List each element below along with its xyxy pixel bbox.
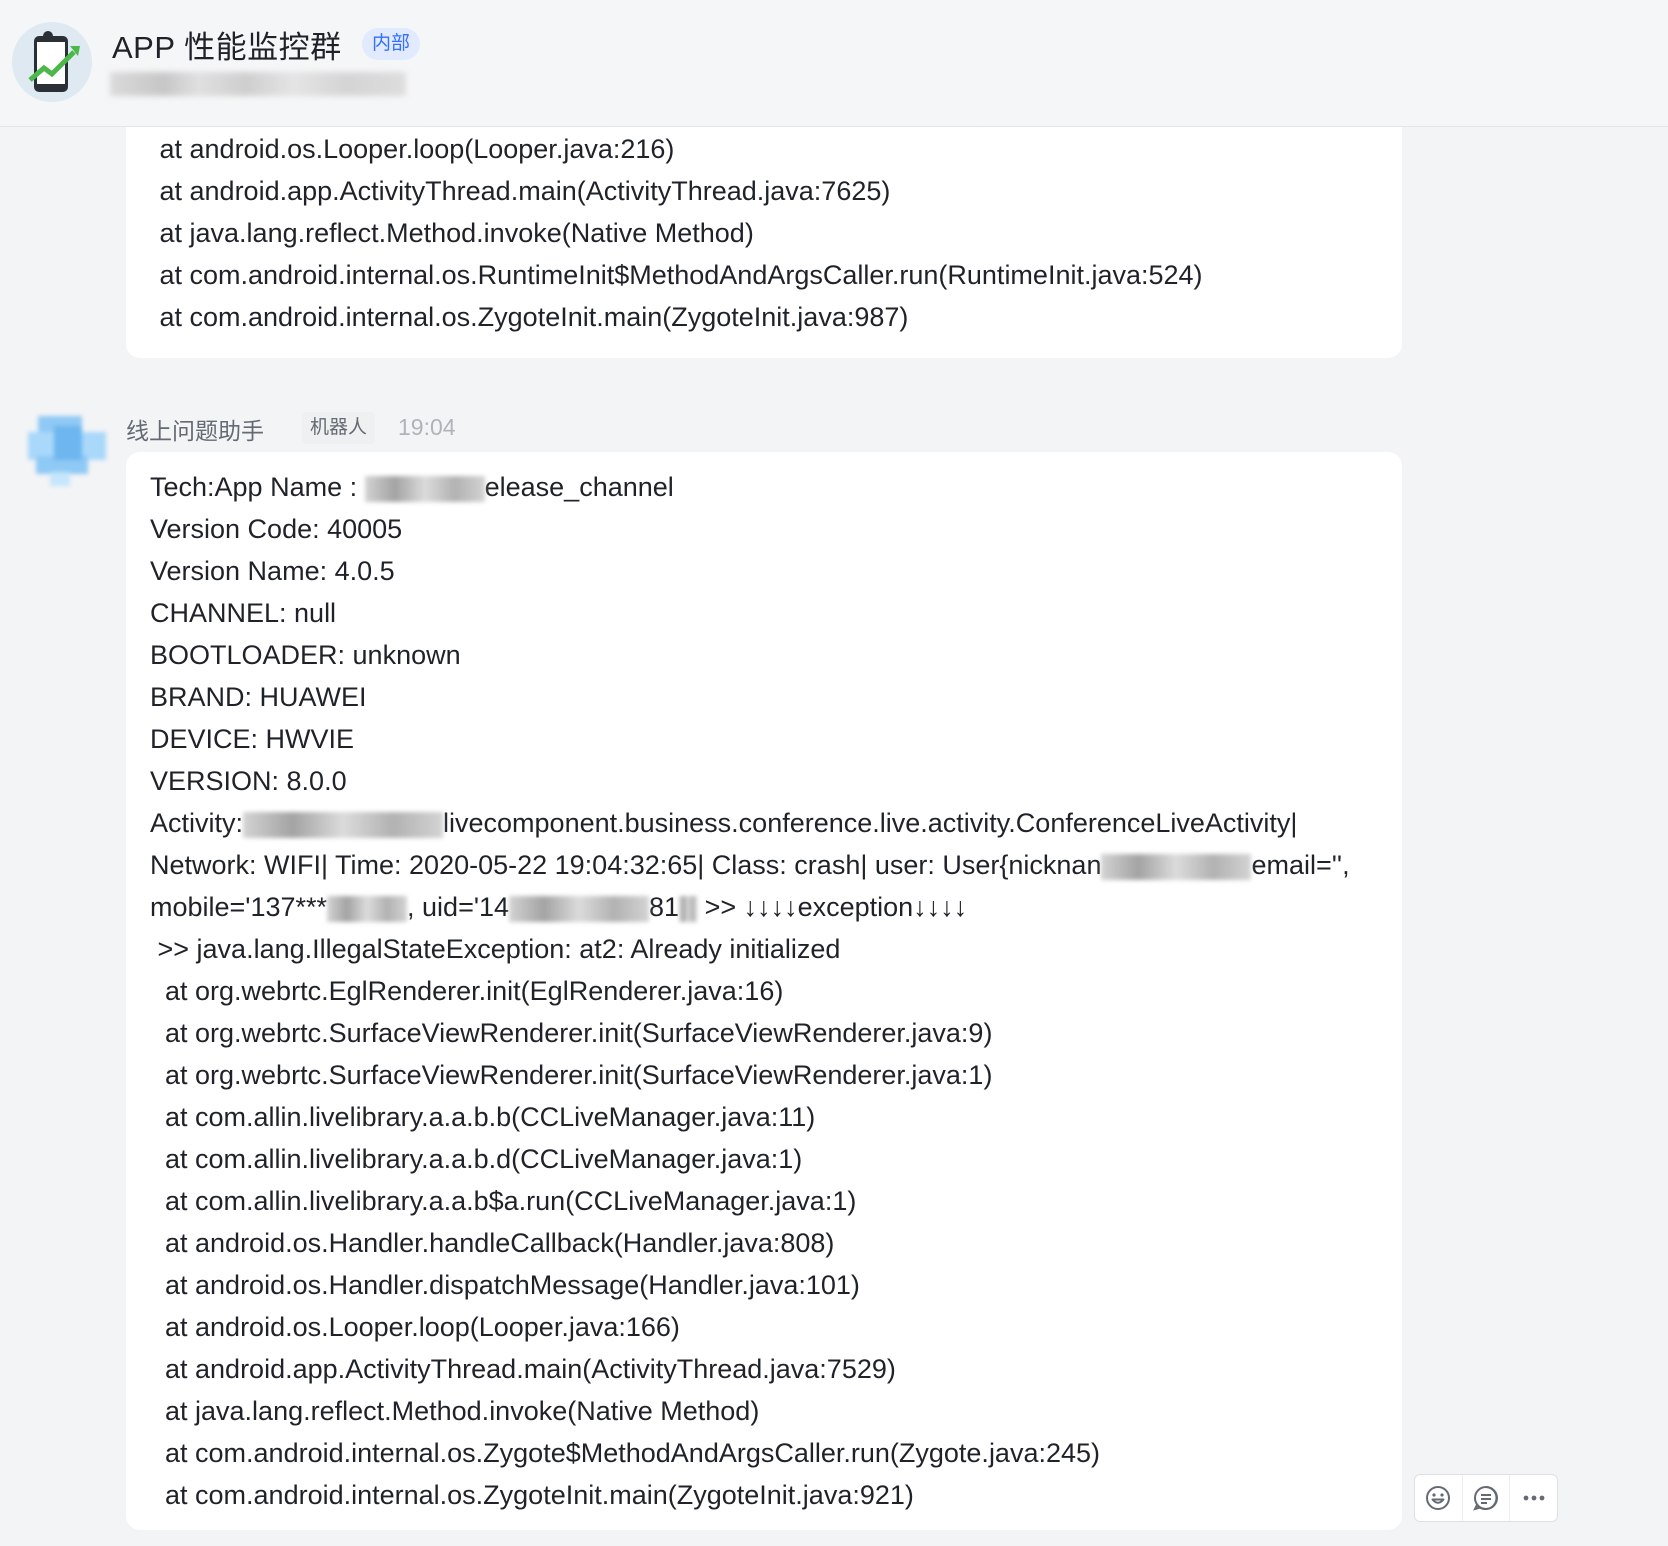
sender-name[interactable]: 线上问题助手 xyxy=(126,412,264,446)
robot-avatar-icon xyxy=(28,416,106,486)
network-text: Network: WIFI| Time: 2020-05-22 19:04:32… xyxy=(150,850,1102,880)
mobile-label: mobile='137*** xyxy=(150,892,328,922)
info-line: Version Name: 4.0.5 xyxy=(150,556,395,586)
more-button[interactable] xyxy=(1509,1475,1557,1521)
group-subtitle-redacted xyxy=(110,72,406,96)
stack-line: at java.lang.reflect.Method.invoke(Nativ… xyxy=(152,218,754,248)
info-line: VERSION: 8.0.0 xyxy=(150,766,347,796)
info-line: BRAND: HUAWEI xyxy=(150,682,367,712)
activity-line: Activity: livecomponent.business.conferen… xyxy=(150,802,1297,844)
reply-button[interactable] xyxy=(1461,1475,1510,1521)
stack-line: at com.android.internal.os.RuntimeInit$M… xyxy=(152,260,1203,290)
message-bubble[interactable]: Tech:App Name : elease_channel Version C… xyxy=(126,452,1402,1530)
stack-line: at com.allin.livelibrary.a.a.b.d(CCLiveM… xyxy=(150,1144,803,1174)
message-time: 19:04 xyxy=(398,414,456,440)
more-icon xyxy=(1523,1495,1545,1501)
stack-line: at org.webrtc.EglRenderer.init(EglRender… xyxy=(150,976,784,1006)
stack-line: at android.os.Handler.dispatchMessage(Ha… xyxy=(150,1270,860,1300)
group-avatar[interactable] xyxy=(12,22,92,102)
redacted-text xyxy=(364,475,485,502)
stack-line: at com.android.internal.os.Zygote$Method… xyxy=(150,1438,1101,1468)
info-line: CHANNEL: null xyxy=(150,598,337,628)
stack-line: at android.app.ActivityThread.main(Activ… xyxy=(150,1354,896,1384)
emoji-reaction-icon xyxy=(1426,1486,1451,1510)
robot-badge: 机器人 xyxy=(302,412,376,444)
message-actions-toolbar xyxy=(1414,1474,1558,1522)
stack-line: at com.allin.livelibrary.a.a.b.b(CCLiveM… xyxy=(150,1102,816,1132)
activity-value: livecomponent.business.conference.live.a… xyxy=(443,808,1298,838)
redacted-text xyxy=(679,895,698,922)
network-line: Network: WIFI| Time: 2020-05-22 19:04:32… xyxy=(150,844,1350,886)
info-line: BOOTLOADER: unknown xyxy=(150,640,461,670)
stack-line: at org.webrtc.SurfaceViewRenderer.init(S… xyxy=(150,1060,993,1090)
info-line: Version Code: 40005 xyxy=(150,514,403,544)
phone-chart-icon xyxy=(12,22,92,102)
chat-header: APP 性能监控群 内部 xyxy=(0,0,1668,127)
sender-avatar[interactable] xyxy=(28,412,106,490)
emoji-reaction-button[interactable] xyxy=(1415,1475,1462,1521)
uid-tail: 81 xyxy=(649,892,680,922)
stack-line: at com.android.internal.os.ZygoteInit.ma… xyxy=(150,1480,914,1510)
info-line: DEVICE: HWVIE xyxy=(150,724,355,754)
activity-label: Activity: xyxy=(150,808,244,838)
app-name-line: Tech:App Name : elease_channel xyxy=(150,466,674,508)
app-name-value: elease_channel xyxy=(484,472,674,502)
reply-icon xyxy=(1473,1486,1498,1511)
stack-line: at org.webrtc.SurfaceViewRenderer.init(S… xyxy=(150,1018,993,1048)
stack-line: at android.os.Looper.loop(Looper.java:21… xyxy=(152,134,675,164)
stack-line: at android.os.Handler.handleCallback(Han… xyxy=(150,1228,835,1258)
app-name-label: Tech:App Name : xyxy=(150,472,365,502)
network-email: email='', xyxy=(1251,850,1350,880)
internal-tag: 内部 xyxy=(362,28,421,60)
uid-label: , uid='14 xyxy=(407,892,510,922)
stack-line: at android.app.ActivityThread.main(Activ… xyxy=(152,176,891,206)
mobile-line: mobile='137*** , uid='14 81 >> ↓↓↓↓excepti… xyxy=(150,886,967,928)
redacted-text xyxy=(327,895,408,922)
redacted-text xyxy=(1101,853,1252,880)
stack-line: at android.os.Looper.loop(Looper.java:16… xyxy=(150,1312,680,1342)
group-title: APP 性能监控群 xyxy=(112,30,342,65)
exception-marker: >> ↓↓↓↓exception↓↓↓↓ xyxy=(697,892,968,922)
stack-line: at java.lang.reflect.Method.invoke(Nativ… xyxy=(150,1396,760,1426)
exception-line: >> java.lang.IllegalStateException: at2:… xyxy=(150,934,841,964)
stack-line: at com.android.internal.os.ZygoteInit.ma… xyxy=(152,302,909,332)
stack-line: at com.allin.livelibrary.a.a.b$a.run(CCL… xyxy=(150,1186,857,1216)
redacted-text xyxy=(509,895,650,922)
previous-message-bubble: at android.os.Looper.loop(Looper.java:21… xyxy=(126,112,1402,358)
redacted-text xyxy=(243,811,444,838)
